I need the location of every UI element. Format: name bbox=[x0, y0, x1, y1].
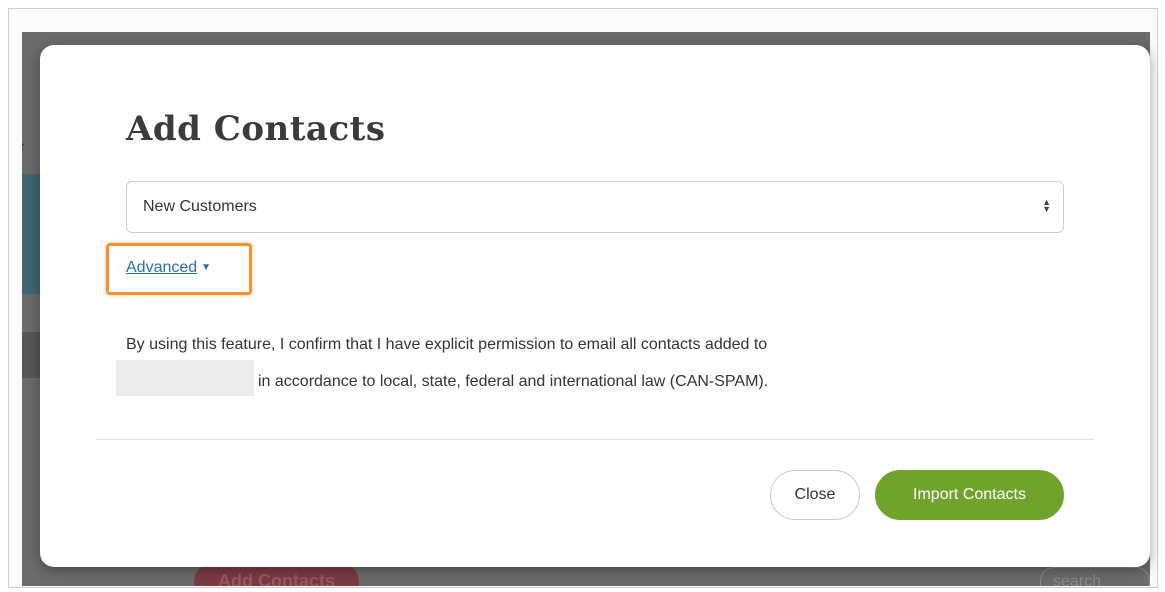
advanced-label: Advanced bbox=[126, 259, 198, 276]
advanced-toggle-link[interactable]: Advanced ▼ bbox=[126, 259, 211, 277]
background-search-input: search bbox=[1040, 567, 1150, 586]
contact-list-selected-value: New Customers bbox=[143, 198, 257, 215]
select-updown-icon: ▲ ▼ bbox=[1042, 197, 1051, 215]
add-contacts-modal: Add Contacts New Customers ▲ ▼ Advanced ▼ … bbox=[40, 45, 1150, 567]
modal-footer-divider bbox=[96, 439, 1094, 440]
permission-disclaimer: By using this feature, I confirm that I … bbox=[116, 330, 1026, 397]
redacted-account-name bbox=[116, 360, 254, 396]
import-contacts-button[interactable]: Import Contacts bbox=[875, 470, 1064, 520]
background-cut-letter: r bbox=[22, 138, 25, 154]
caret-down-icon: ▼ bbox=[201, 262, 212, 273]
disclaimer-line-1: By using this feature, I confirm that I … bbox=[126, 336, 768, 353]
disclaimer-line-2: in accordance to local, state, federal a… bbox=[258, 373, 769, 390]
contact-list-select[interactable]: New Customers ▲ ▼ bbox=[126, 181, 1064, 233]
close-button[interactable]: Close bbox=[770, 470, 860, 520]
modal-title: Add Contacts bbox=[126, 109, 386, 149]
